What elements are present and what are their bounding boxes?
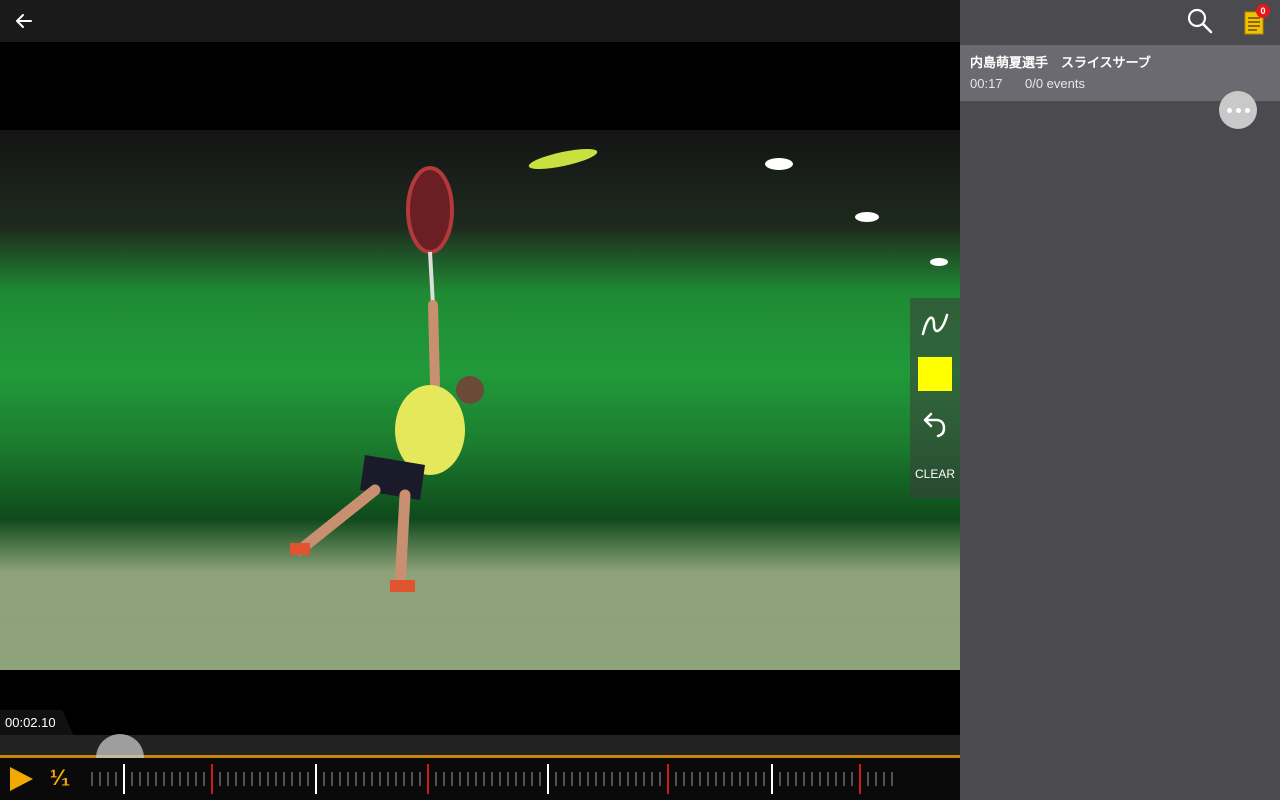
freehand-draw-button[interactable] xyxy=(910,300,960,348)
clip-sidebar: 0 内島萌夏選手 スライスサーブ 00:17 0/0 events xyxy=(960,0,1280,800)
clear-button[interactable]: CLEAR xyxy=(910,450,960,498)
ball xyxy=(527,144,599,174)
player-figure xyxy=(290,166,484,592)
seek-track[interactable] xyxy=(0,735,960,755)
more-options-button[interactable] xyxy=(1219,91,1257,129)
play-icon xyxy=(10,767,33,791)
undo-arrow-icon xyxy=(923,412,946,438)
more-dot xyxy=(1244,107,1250,113)
back-button[interactable] xyxy=(8,5,40,37)
timecode-display: 00:02.10 xyxy=(0,710,74,736)
top-bar xyxy=(0,0,960,42)
clip-title: 内島萌夏選手 スライスサーブ xyxy=(970,55,1151,70)
sidebar-top-bar: 0 xyxy=(960,0,1280,42)
more-dot xyxy=(1226,107,1232,113)
more-dot xyxy=(1235,107,1241,113)
notification-badge: 0 xyxy=(1256,4,1270,18)
timeline-ticks[interactable] xyxy=(90,762,910,796)
clear-label: CLEAR xyxy=(914,467,955,481)
arrow-left-icon xyxy=(16,14,32,28)
color-swatch xyxy=(918,357,952,391)
play-button[interactable] xyxy=(6,764,36,794)
search-icon xyxy=(1187,8,1213,34)
clip-duration: 00:17 xyxy=(970,76,1003,91)
freehand-curve-icon xyxy=(921,313,949,336)
ceiling-light xyxy=(855,212,879,222)
search-button[interactable] xyxy=(1186,7,1214,35)
video-frame[interactable] xyxy=(0,130,960,670)
ceiling-light xyxy=(765,158,793,170)
video-panel: CLEAR 00:02.10 ¹⁄₁ xyxy=(0,0,960,800)
color-picker-button[interactable] xyxy=(910,350,960,398)
undo-button[interactable] xyxy=(910,400,960,448)
clip-event-count: 0/0 events xyxy=(1025,76,1085,91)
drawing-toolbar: CLEAR xyxy=(910,298,960,498)
ceiling-light xyxy=(930,258,948,266)
playback-speed-button[interactable]: ¹⁄₁ xyxy=(50,765,70,791)
